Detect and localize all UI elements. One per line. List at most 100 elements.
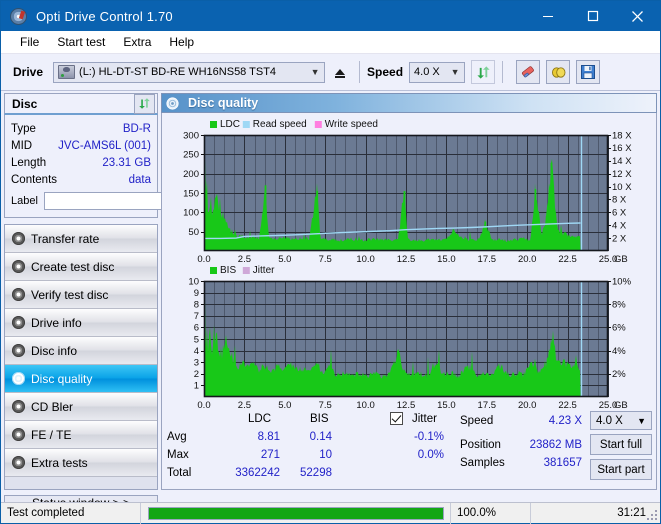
svg-text:20.0: 20.0 <box>518 254 537 265</box>
erase-button[interactable] <box>516 60 540 84</box>
bookmark-button[interactable] <box>546 60 570 84</box>
save-button[interactable] <box>576 60 600 84</box>
jitter-checkbox[interactable] <box>390 412 403 425</box>
disc-mid-label: MID <box>11 140 32 152</box>
stats-avg-ldc: 8.81 <box>222 431 280 443</box>
disc-panel-title: Disc <box>12 97 37 111</box>
start-part-button[interactable]: Start part <box>590 459 652 480</box>
svg-text:3: 3 <box>194 358 199 369</box>
disc-icon <box>5 344 31 357</box>
close-button[interactable] <box>615 1 660 31</box>
app-icon <box>10 8 27 25</box>
resize-grip[interactable] <box>646 509 657 520</box>
progress-cell <box>141 503 451 524</box>
disc-info-panel: Type BD-R MID JVC-AMS6L (001) Length 23.… <box>4 115 158 218</box>
stats-total-bis: 52298 <box>284 467 332 479</box>
disc-row-length: Length 23.31 GB <box>11 154 151 171</box>
stats-samples-value: 381657 <box>508 457 582 469</box>
window-title: Opti Drive Control 1.70 <box>36 9 173 24</box>
svg-text:4: 4 <box>194 346 199 357</box>
svg-text:50: 50 <box>188 227 199 238</box>
sidebar-item-verify-test-disc[interactable]: Verify test disc <box>5 281 157 309</box>
eject-button[interactable] <box>328 61 352 84</box>
elapsed-time: 31:21 <box>531 503 660 524</box>
sidebar-item-disc-info[interactable]: Disc info <box>5 337 157 365</box>
main-panel: Disc quality 501001502002503002 X4 X6 X8… <box>161 93 657 490</box>
svg-text:2: 2 <box>194 369 199 380</box>
svg-text:17.5: 17.5 <box>478 254 497 265</box>
sidebar-item-cd-bler[interactable]: CD Bler <box>5 393 157 421</box>
stats-max-bis: 10 <box>284 449 332 461</box>
disc-icon <box>162 97 182 110</box>
disc-panel-header: Disc <box>4 93 158 115</box>
toolbar-divider-2 <box>502 61 503 83</box>
disc-quality-charts: 501001502002503002 X4 X6 X8 X10 X12 X14 … <box>162 113 656 431</box>
svg-text:4 X: 4 X <box>612 221 627 232</box>
svg-text:2 X: 2 X <box>612 233 627 244</box>
disc-length-value: 23.31 GB <box>102 157 151 169</box>
start-full-button[interactable]: Start full <box>590 434 652 455</box>
svg-text:1: 1 <box>194 381 199 392</box>
svg-text:200: 200 <box>183 169 199 180</box>
stats-row-total-label: Total <box>167 467 191 479</box>
stats-position-value: 23862 MB <box>508 439 582 451</box>
test-nav-list: Transfer rate Create test disc Verify te… <box>4 224 158 490</box>
sidebar-item-label: Disc quality <box>31 372 92 386</box>
content-area: Disc Type BD-R MID JVC-AMS6L (001) <box>1 91 660 490</box>
svg-text:BIS: BIS <box>220 265 236 276</box>
refresh-icon <box>138 97 151 110</box>
drive-label: Drive <box>13 65 43 79</box>
sidebar: Disc Type BD-R MID JVC-AMS6L (001) <box>1 91 161 490</box>
test-speed-select[interactable]: 4.0 X ▼ <box>590 411 652 430</box>
speed-select[interactable]: 4.0 X ▼ <box>409 62 465 83</box>
svg-text:15.0: 15.0 <box>437 254 456 265</box>
disc-icon <box>5 400 31 413</box>
menu-file[interactable]: File <box>11 33 48 51</box>
disc-refresh-button[interactable] <box>134 94 155 114</box>
refresh-button[interactable] <box>471 60 495 84</box>
menu-help[interactable]: Help <box>160 33 203 51</box>
minimize-button[interactable] <box>525 1 570 31</box>
save-icon <box>580 64 596 80</box>
disc-row-contents: Contents data <box>11 171 151 188</box>
stats-panel: LDC BIS Jitter Avg 8.81 0.14 -0.1% Max 2… <box>162 409 656 489</box>
menu-start-test[interactable]: Start test <box>48 33 114 51</box>
sidebar-item-disc-quality[interactable]: Disc quality <box>5 365 157 393</box>
stats-row-max-label: Max <box>167 449 189 461</box>
sidebar-item-fe-te[interactable]: FE / TE <box>5 421 157 449</box>
status-bar: Test completed 100.0% 31:21 <box>1 502 660 523</box>
svg-text:14 X: 14 X <box>612 156 632 167</box>
progress-fill <box>149 508 443 519</box>
stats-col-jitter: Jitter <box>412 413 437 425</box>
chevron-down-icon: ▼ <box>446 67 464 77</box>
sidebar-item-drive-info[interactable]: Drive info <box>5 309 157 337</box>
drive-select[interactable]: (L:) HL-DT-ST BD-RE WH16NS58 TST4 ▼ <box>53 62 325 83</box>
svg-text:250: 250 <box>183 150 199 161</box>
stats-max-jitter: 0.0% <box>382 449 444 461</box>
disc-icon <box>5 316 31 329</box>
svg-text:GB: GB <box>614 254 628 265</box>
disc-length-label: Length <box>11 157 46 169</box>
disc-type-label: Type <box>11 123 36 135</box>
menu-extra[interactable]: Extra <box>114 33 160 51</box>
svg-text:LDC: LDC <box>220 119 240 130</box>
sidebar-item-create-test-disc[interactable]: Create test disc <box>5 253 157 281</box>
disc-icon <box>5 372 31 385</box>
coins-icon <box>550 64 567 81</box>
sidebar-item-extra-tests[interactable]: Extra tests <box>5 449 157 477</box>
chevron-down-icon: ▼ <box>637 416 646 426</box>
sidebar-item-transfer-rate[interactable]: Transfer rate <box>5 225 157 253</box>
drive-icon <box>58 65 75 79</box>
stats-total-ldc: 3362242 <box>212 467 280 479</box>
sidebar-item-label: Transfer rate <box>31 232 99 246</box>
svg-text:9: 9 <box>194 288 199 299</box>
svg-text:10: 10 <box>188 276 199 287</box>
disc-icon <box>5 260 31 273</box>
nav-filler <box>5 477 157 489</box>
svg-text:22.5: 22.5 <box>558 254 577 265</box>
title-bar: Opti Drive Control 1.70 <box>1 1 660 31</box>
svg-text:6: 6 <box>194 323 199 334</box>
maximize-button[interactable] <box>570 1 615 31</box>
main-panel-title: Disc quality <box>188 96 258 110</box>
svg-text:10.0: 10.0 <box>356 254 375 265</box>
